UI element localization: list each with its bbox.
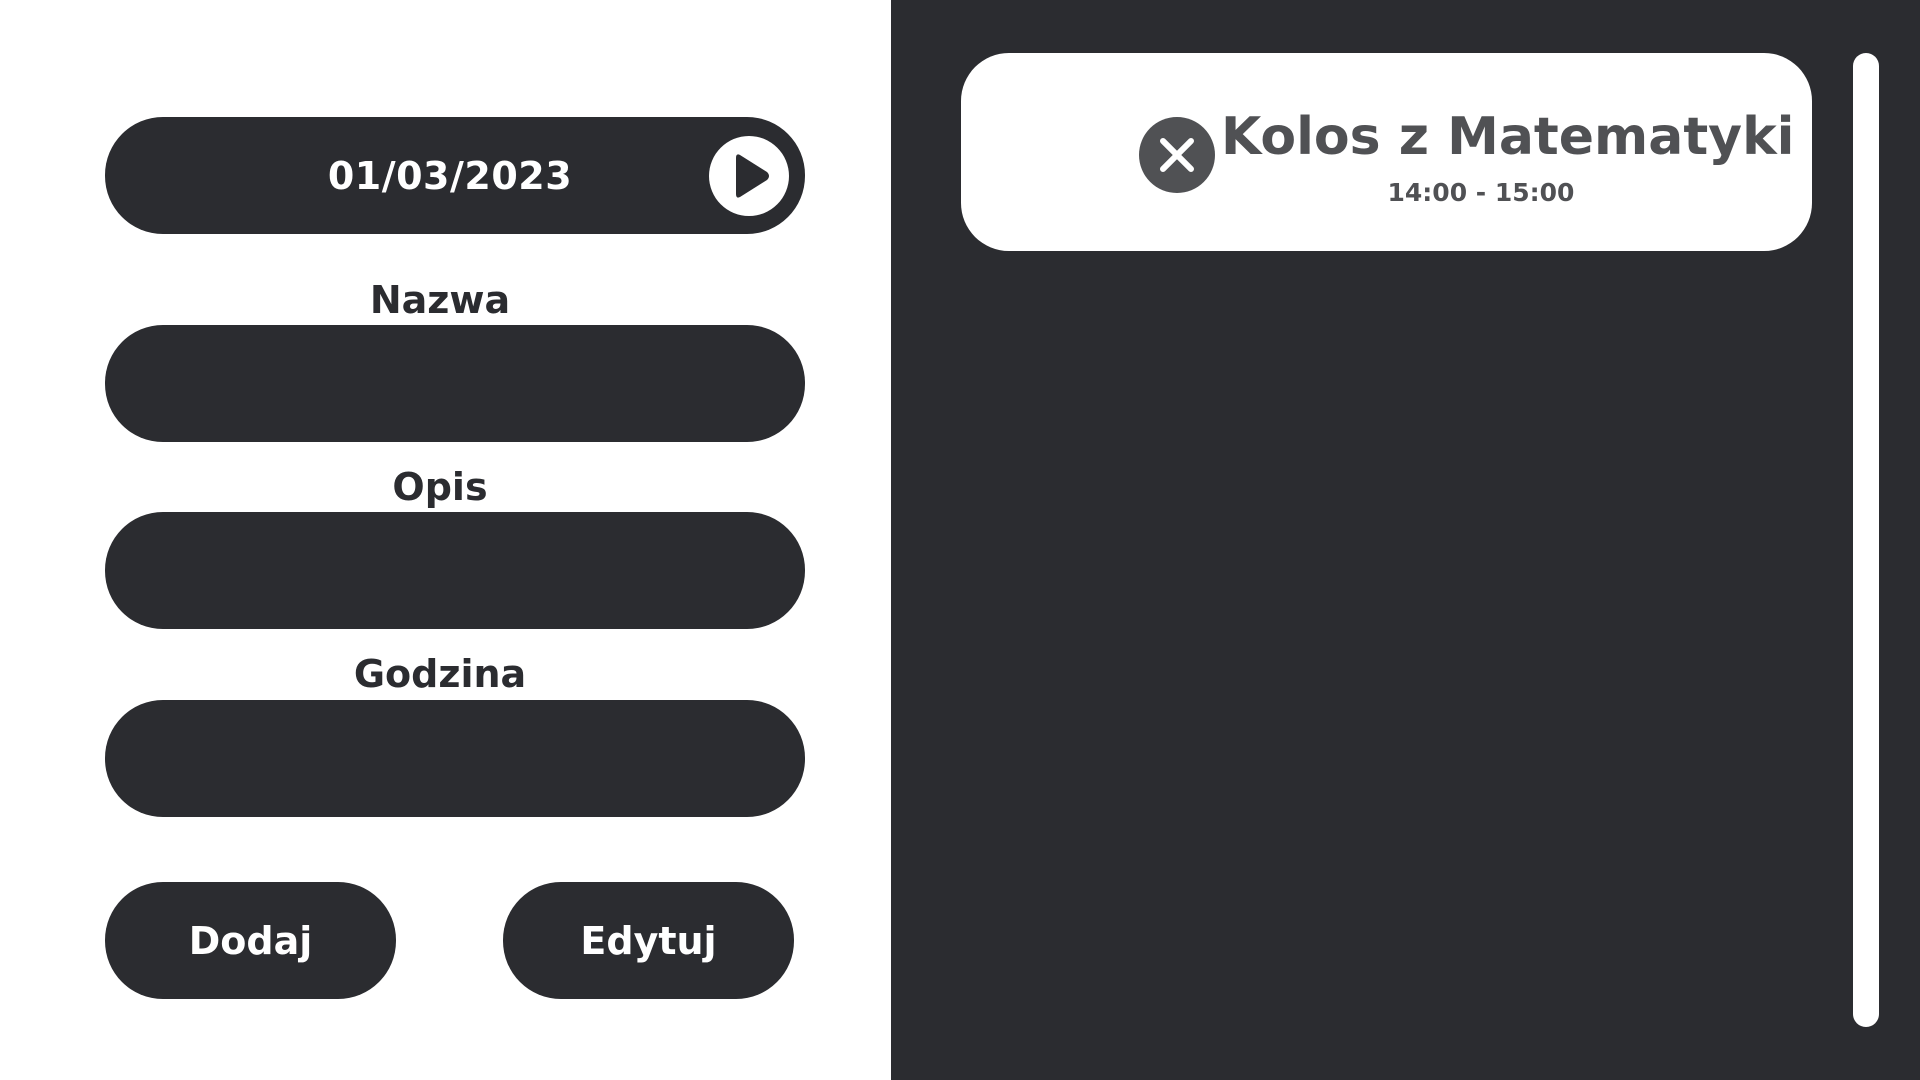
description-input[interactable] [105,512,805,629]
edit-button[interactable]: Edytuj [503,882,794,999]
add-button[interactable]: Dodaj [105,882,396,999]
event-list-panel: Kolos z Matematyki 14:00 - 15:00 [891,0,1920,1080]
close-icon [1160,138,1194,172]
app-window: 01/03/2023 Nazwa Opis Godzina Dodaj Edyt… [0,0,1920,1080]
current-date: 01/03/2023 [327,153,573,198]
event-time: 14:00 - 15:00 [1387,178,1575,207]
event-title: Kolos z Matematyki [1221,107,1795,167]
next-date-button[interactable] [709,136,789,216]
play-icon [736,154,769,198]
name-input[interactable] [105,325,805,442]
delete-event-button[interactable] [1139,117,1215,193]
time-label: Godzina [353,652,527,696]
description-label: Opis [392,465,488,509]
scrollbar[interactable] [1853,53,1879,1027]
event-card[interactable]: Kolos z Matematyki 14:00 - 15:00 [961,53,1812,251]
time-input[interactable] [105,700,805,817]
date-selector: 01/03/2023 [105,117,805,234]
name-label: Nazwa [369,278,511,322]
event-form-panel: 01/03/2023 Nazwa Opis Godzina Dodaj Edyt… [0,0,891,1080]
